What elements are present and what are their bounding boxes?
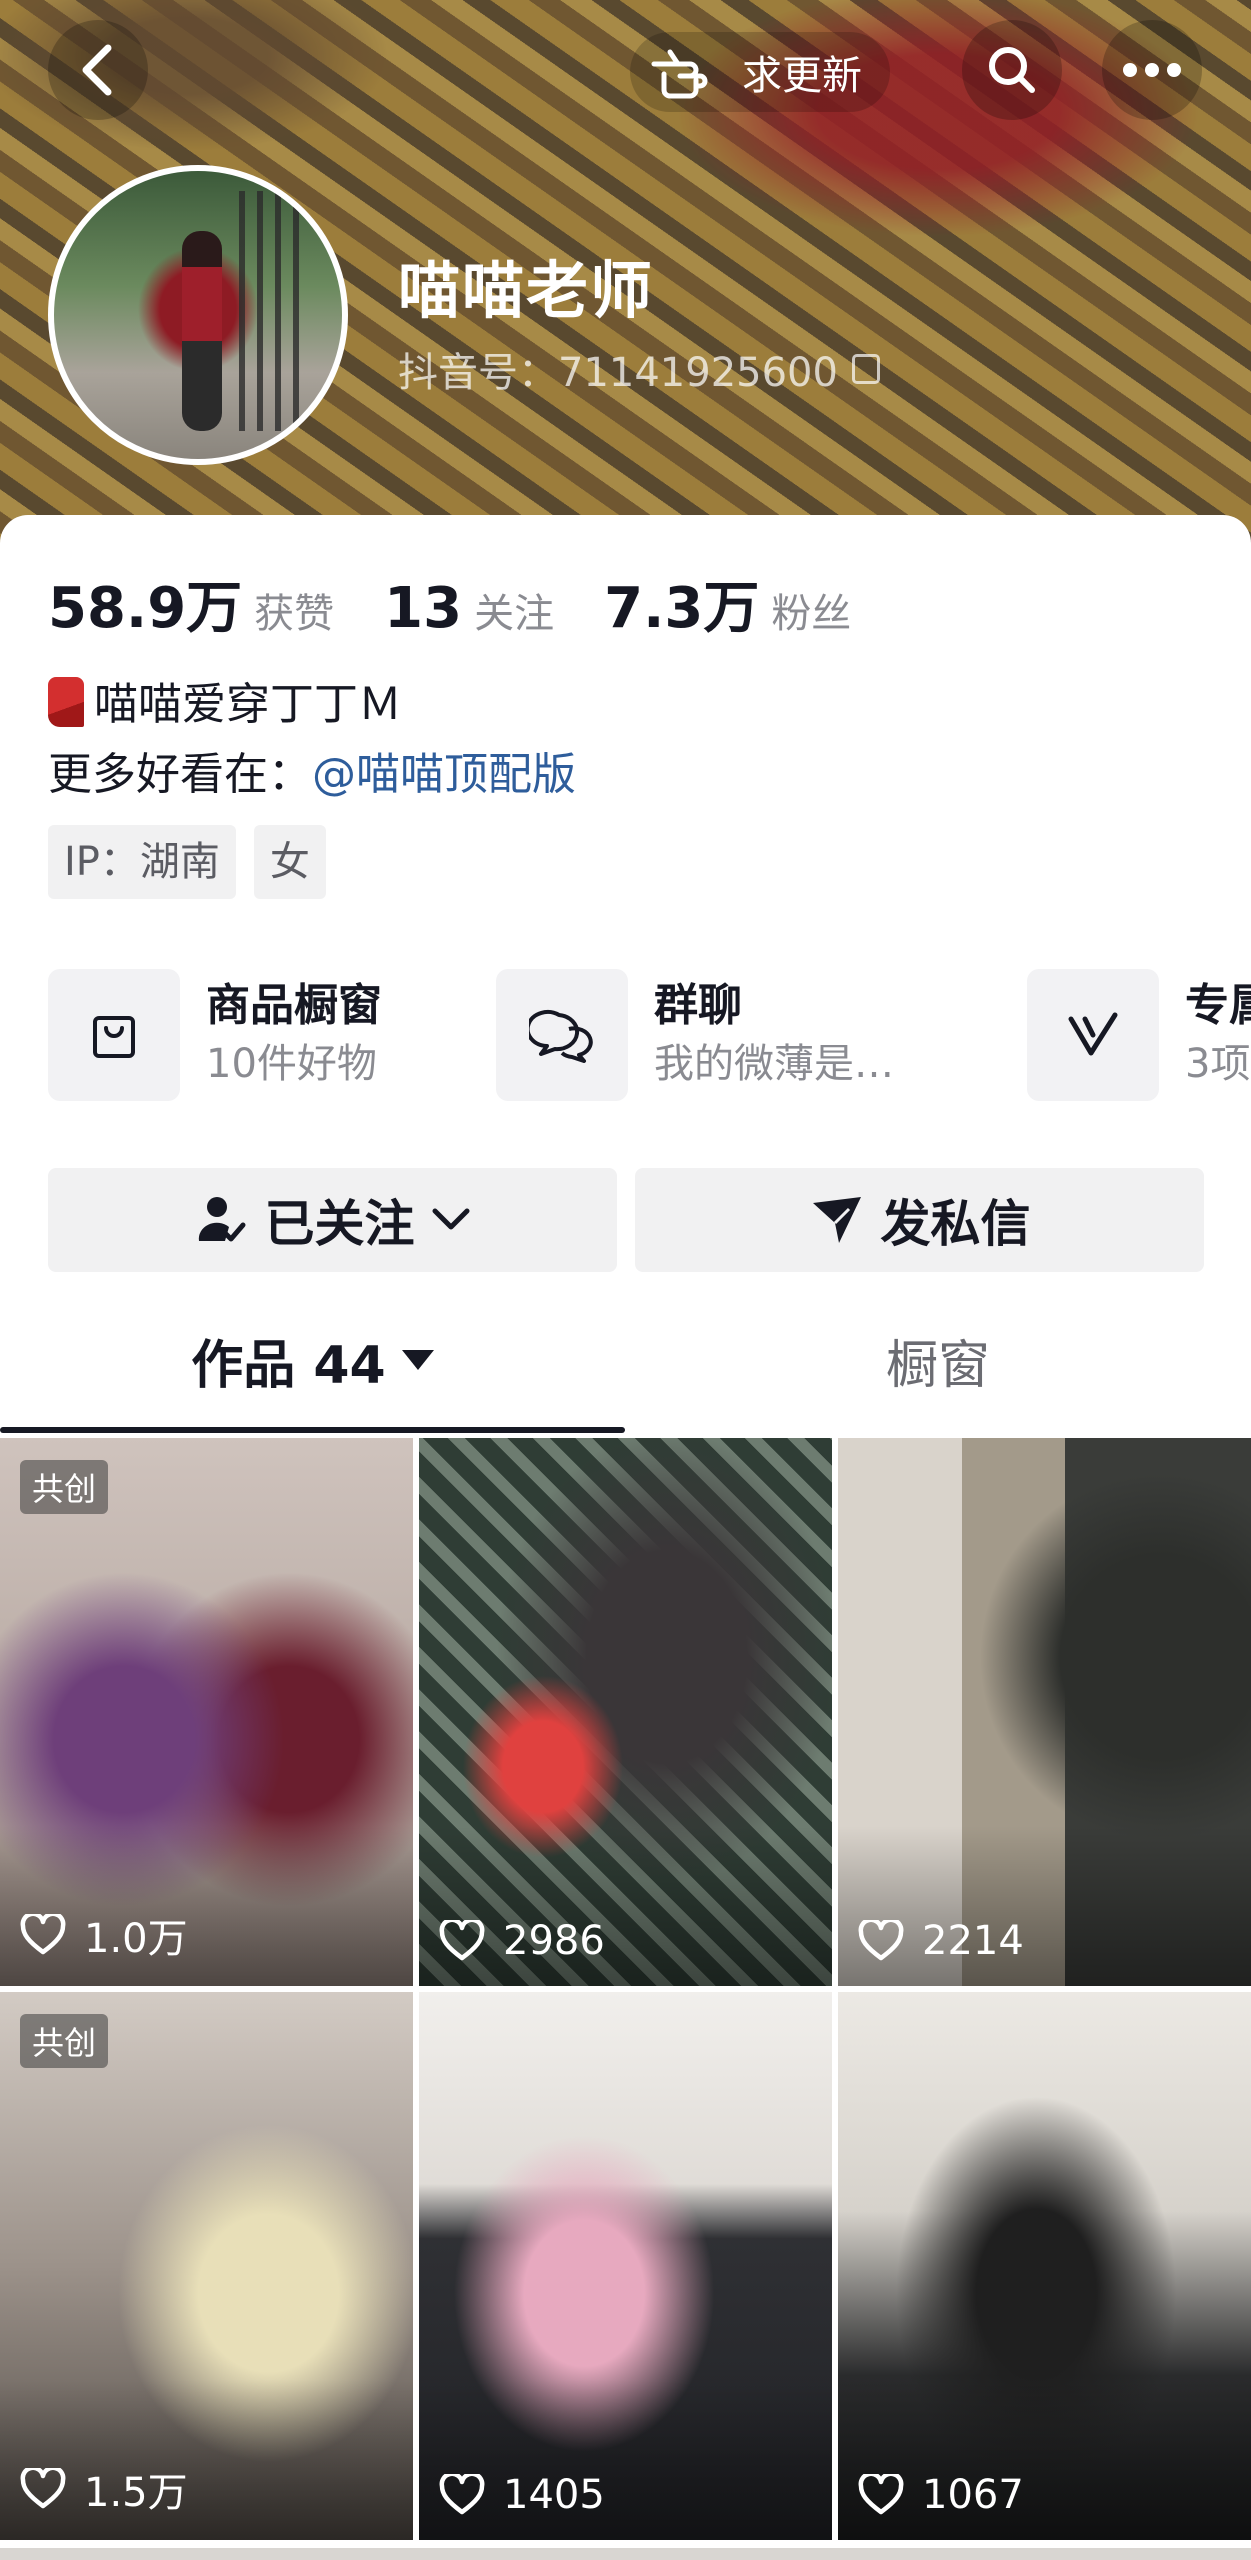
group-chat-title: 群聊 — [654, 980, 742, 1031]
video-tile[interactable]: 2214 — [838, 1438, 1251, 1986]
heart-icon — [20, 2468, 66, 2509]
profile-stats: 58.9万 获赞 13 关注 7.3万 粉丝 — [48, 563, 901, 644]
video-tile[interactable]: 1067 — [838, 1992, 1251, 2540]
avatar-figure — [182, 231, 222, 431]
scarf-emoji-icon — [48, 677, 84, 727]
video-tile[interactable]: 共创 1.5万 — [0, 1992, 413, 2540]
bio-line-1-text: 喵喵爱穿丁丁Ｍ — [94, 679, 402, 730]
video-like-value: 1.0万 — [84, 1916, 188, 1962]
paper-plane-icon — [812, 1197, 861, 1243]
send-message-button[interactable]: 发私信 — [635, 1168, 1204, 1272]
v-badge-icon — [1027, 969, 1159, 1101]
gender-tag: 女 — [253, 825, 326, 899]
video-like-value: 1067 — [922, 2472, 1024, 2518]
search-icon — [989, 47, 1035, 93]
tab-works[interactable]: 作品 44 — [0, 1305, 625, 1415]
video-tile[interactable]: 共创 1.0万 — [0, 1438, 413, 1986]
send-message-label: 发私信 — [880, 1195, 1031, 1253]
followed-label: 已关注 — [264, 1195, 415, 1253]
video-tile[interactable]: 2986 — [419, 1438, 832, 1986]
bag-icon — [48, 969, 180, 1101]
video-like-count: 1405 — [439, 2472, 605, 2518]
shop-window-entry[interactable]: 商品橱窗 10件好物 — [48, 965, 382, 1105]
request-update-button[interactable]: 求更新 — [630, 32, 890, 112]
user-check-icon — [198, 1197, 245, 1242]
bio-line-2-prefix: 更多好看在： — [48, 749, 312, 800]
following-count[interactable]: 13 — [384, 576, 462, 641]
group-chat-subtitle: 我的微薄是… — [654, 1041, 894, 1087]
chat-bubbles-icon — [496, 969, 628, 1101]
more-options-button[interactable] — [1102, 20, 1202, 120]
tab-shop-window[interactable]: 橱窗 — [625, 1305, 1251, 1415]
likes-label: 获赞 — [254, 591, 335, 637]
video-grid: 共创 1.0万 2986 2214 共创 1.5万 1405 1067 — [0, 1438, 1251, 2560]
profile-bio: 喵喵爱穿丁丁Ｍ 更多好看在：@喵喵顶配版 — [48, 670, 576, 810]
avatar[interactable] — [48, 165, 348, 465]
co-create-badge: 共创 — [20, 2014, 109, 2068]
ip-location-tag: IP：湖南 — [48, 825, 236, 899]
video-like-value: 2986 — [503, 1918, 605, 1964]
video-like-count: 1.0万 — [20, 1906, 188, 1964]
exclusive-entry[interactable]: 专属 3项 — [1027, 965, 1251, 1105]
heart-icon — [858, 2474, 904, 2515]
feature-entries: 商品橱窗 10件好物 群聊 我的微薄是… 专属 3项 — [48, 965, 1251, 1105]
group-chat-entry[interactable]: 群聊 我的微薄是… — [496, 965, 894, 1105]
copy-icon[interactable] — [851, 354, 880, 384]
heart-icon — [439, 1920, 485, 1961]
exclusive-subtitle: 3项 — [1185, 1041, 1251, 1087]
tab-shop-window-label: 橱窗 — [885, 1335, 990, 1396]
followers-count[interactable]: 7.3万 — [604, 563, 759, 644]
video-like-value: 2214 — [922, 1918, 1024, 1964]
tab-works-label: 作品 44 — [191, 1335, 386, 1396]
likes-count: 58.9万 — [48, 576, 243, 641]
more-dots-icon — [1123, 63, 1181, 77]
content-tabs: 作品 44 橱窗 — [0, 1305, 1251, 1415]
douyin-id[interactable]: 抖音号：71141925600 — [398, 340, 880, 398]
profile-nickname: 喵喵老师 — [398, 254, 655, 327]
followers-label[interactable]: 粉丝 — [771, 581, 851, 639]
video-like-value: 1.5万 — [84, 2470, 188, 2516]
following-label[interactable]: 关注 — [474, 581, 554, 639]
heart-icon — [858, 1920, 904, 1961]
shop-window-subtitle: 10件好物 — [206, 1041, 377, 1087]
profile-tags: IP：湖南 女 — [48, 825, 326, 899]
co-create-badge: 共创 — [20, 1460, 109, 1514]
bio-line-2: 更多好看在：@喵喵顶配版 — [48, 740, 576, 810]
exclusive-title: 专属 — [1185, 980, 1251, 1031]
request-update-label: 求更新 — [742, 53, 862, 99]
video-tile[interactable]: 1405 — [419, 1992, 832, 2540]
heart-icon — [439, 2474, 485, 2515]
video-like-count: 2214 — [858, 1918, 1024, 1964]
video-like-count: 2986 — [439, 1918, 605, 1964]
avatar-background-trellis — [239, 191, 299, 431]
active-tab-indicator — [0, 1427, 625, 1433]
douyin-id-text: 抖音号：71141925600 — [398, 350, 838, 396]
bio-line-1: 喵喵爱穿丁丁Ｍ — [48, 670, 576, 740]
followed-button[interactable]: 已关注 — [48, 1168, 617, 1272]
video-like-value: 1405 — [503, 2472, 605, 2518]
top-bar: 求更新 — [0, 20, 1251, 130]
pointing-hand-icon — [651, 49, 708, 99]
video-like-count: 1067 — [858, 2472, 1024, 2518]
caret-down-icon — [401, 1350, 434, 1370]
video-like-count: 1.5万 — [20, 2460, 188, 2518]
chevron-down-icon — [432, 1208, 469, 1230]
bio-mention-link[interactable]: @喵喵顶配版 — [312, 749, 576, 800]
back-arrow-icon — [82, 44, 112, 96]
profile-actions: 已关注 发私信 — [48, 1168, 1204, 1272]
search-button[interactable] — [962, 20, 1062, 120]
heart-icon — [20, 1914, 66, 1955]
back-button[interactable] — [48, 20, 148, 120]
shop-window-title: 商品橱窗 — [206, 980, 382, 1031]
